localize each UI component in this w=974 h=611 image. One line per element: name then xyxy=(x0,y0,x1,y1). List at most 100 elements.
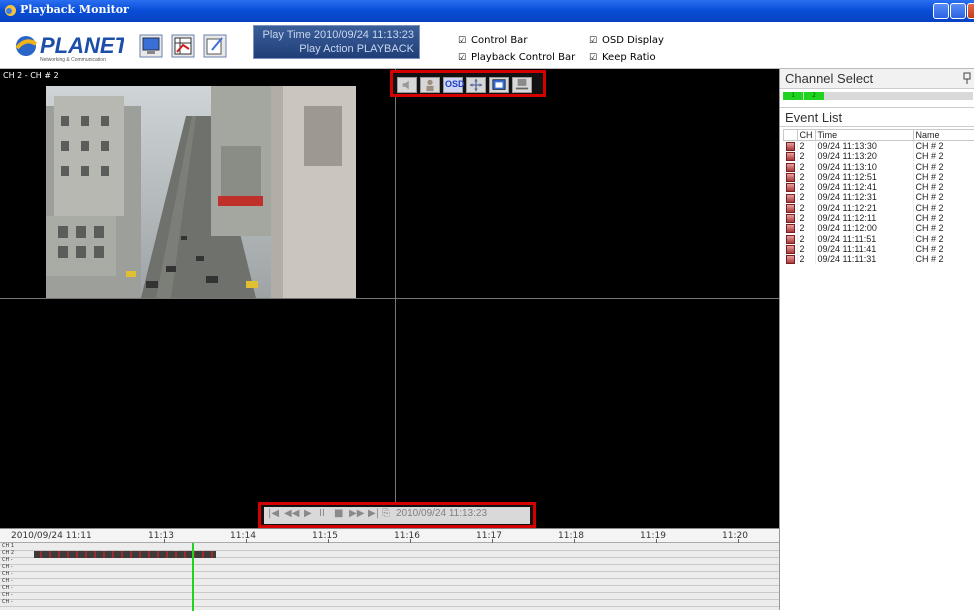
event-time: 09/24 11:12:41 xyxy=(815,182,913,192)
playback-control-bar-label: Playback Control Bar xyxy=(471,52,575,63)
event-ch: 2 xyxy=(797,254,815,264)
pause-button[interactable]: II xyxy=(319,508,325,519)
record-icon[interactable] xyxy=(512,77,532,93)
recording-tick xyxy=(130,551,132,558)
control-bar-checkbox[interactable]: ☑Control Bar xyxy=(458,35,527,46)
event-row[interactable]: 209/24 11:11:51CH # 2 xyxy=(784,234,974,244)
tick-label: 11:13 xyxy=(148,531,174,541)
event-row[interactable]: 209/24 11:11:41CH # 2 xyxy=(784,244,974,254)
event-ch: 2 xyxy=(797,244,815,254)
timeline-ruler: 2010/09/24 11:11 11:13 11:14 11:15 11:16… xyxy=(0,529,779,543)
row-label: CH - xyxy=(2,557,13,563)
checkbox-icon: ☑ xyxy=(589,37,598,46)
event-ch: 2 xyxy=(797,141,815,152)
event-row[interactable]: 209/24 11:12:51CH # 2 xyxy=(784,172,974,182)
snapshot-icon[interactable] xyxy=(489,77,509,93)
event-time: 09/24 11:11:51 xyxy=(815,234,913,244)
logo-text: PLANET xyxy=(40,33,124,58)
goto-time-icon[interactable]: ⎘ xyxy=(382,508,390,519)
event-row[interactable]: 209/24 11:13:10CH # 2 xyxy=(784,161,974,171)
minimize-button[interactable] xyxy=(933,3,949,19)
event-name: CH # 2 xyxy=(913,182,974,192)
recording-tick xyxy=(40,551,42,558)
event-icon-cell xyxy=(784,172,798,182)
event-row[interactable]: 209/24 11:12:11CH # 2 xyxy=(784,213,974,223)
play-action-row: Play Action PLAYBACK xyxy=(299,43,414,55)
skip-start-button[interactable]: |◀ xyxy=(268,508,279,519)
recording-segment[interactable] xyxy=(34,551,216,558)
checkbox-icon: ☑ xyxy=(589,54,598,63)
close-button[interactable] xyxy=(967,3,974,19)
tick-label: 11:19 xyxy=(640,531,666,541)
rewind-button[interactable]: ◀◀ xyxy=(284,508,299,519)
column-header-name[interactable]: Name xyxy=(913,130,974,141)
grid-divider-horizontal xyxy=(0,298,779,299)
event-icon-cell xyxy=(784,161,798,171)
timeline-cursor[interactable] xyxy=(192,543,194,611)
ptz-icon[interactable] xyxy=(466,77,486,93)
video-grid[interactable]: CH 2 - CH # 2 xyxy=(0,69,779,528)
tick-label: 11:15 xyxy=(312,531,338,541)
row-label: CH - xyxy=(2,599,13,605)
event-icon-cell xyxy=(784,234,798,244)
pin-icon[interactable] xyxy=(963,72,971,84)
play-button[interactable]: ▶ xyxy=(304,508,312,519)
icon-column-header xyxy=(784,130,798,141)
recording-tick xyxy=(211,551,213,558)
fast-forward-button[interactable]: ▶▶ xyxy=(349,508,364,519)
event-row[interactable]: 209/24 11:12:00CH # 2 xyxy=(784,223,974,233)
playback-control-bar-checkbox[interactable]: ☑Playback Control Bar xyxy=(458,52,575,63)
recording-tick xyxy=(166,551,168,558)
event-row[interactable]: 209/24 11:13:30CH # 2 xyxy=(784,141,974,152)
tick-mark xyxy=(574,539,575,543)
event-row[interactable]: 209/24 11:12:31CH # 2 xyxy=(784,192,974,202)
event-row[interactable]: 209/24 11:11:31CH # 2 xyxy=(784,254,974,264)
recording-tick xyxy=(76,551,78,558)
setup-icon[interactable] xyxy=(203,34,227,58)
recording-tick xyxy=(85,551,87,558)
camera-feed[interactable] xyxy=(46,86,356,298)
column-header-ch[interactable]: CH xyxy=(797,130,815,141)
speaker-icon[interactable] xyxy=(397,77,417,93)
event-row[interactable]: 209/24 11:12:21CH # 2 xyxy=(784,203,974,213)
recording-tick xyxy=(157,551,159,558)
event-name: CH # 2 xyxy=(913,213,974,223)
person-icon[interactable] xyxy=(420,77,440,93)
monitor-icon[interactable] xyxy=(139,34,163,58)
event-time: 09/24 11:11:41 xyxy=(815,244,913,254)
tick-label: 11:17 xyxy=(476,531,502,541)
stop-button[interactable]: ■ xyxy=(334,508,343,519)
keep-ratio-checkbox[interactable]: ☑ Keep Ratio xyxy=(589,52,656,63)
recording-tick xyxy=(139,551,141,558)
event-row[interactable]: 209/24 11:13:20CH # 2 xyxy=(784,151,974,161)
event-time: 09/24 11:13:20 xyxy=(815,151,913,161)
event-icon xyxy=(786,245,795,254)
skip-end-button[interactable]: ▶| xyxy=(368,508,379,519)
channel-cell[interactable]: 1 xyxy=(783,92,803,100)
row-label: CH 1 xyxy=(2,543,14,549)
event-ch: 2 xyxy=(797,182,815,192)
event-time: 09/24 11:12:21 xyxy=(815,203,913,213)
channel-cell[interactable]: 2 xyxy=(804,92,824,100)
play-time-row: Play Time 2010/09/24 11:13:23 xyxy=(263,29,414,41)
maximize-button[interactable] xyxy=(950,3,966,19)
event-search-icon[interactable] xyxy=(171,34,195,58)
keep-ratio-label: Keep Ratio xyxy=(602,52,656,63)
event-ch: 2 xyxy=(797,223,815,233)
column-header-time[interactable]: Time xyxy=(815,130,913,141)
event-name: CH # 2 xyxy=(913,141,974,152)
event-icon xyxy=(786,204,795,213)
timeline-start-label: 2010/09/24 11:11 xyxy=(11,531,92,541)
playback-control-bar: |◀ ◀◀ ▶ II ■ ▶▶ ▶| ⎘ 2010/09/24 11:13:23 xyxy=(258,502,536,528)
recording-tick xyxy=(67,551,69,558)
event-row[interactable]: 209/24 11:12:41CH # 2 xyxy=(784,182,974,192)
osd-button[interactable]: OSD xyxy=(443,77,463,93)
channel-select-title: Channel Select xyxy=(785,71,873,86)
right-panel: Channel Select 1 2 Event List CH Time Na… xyxy=(779,69,974,610)
play-action-value: PLAYBACK xyxy=(357,43,414,55)
event-ch: 2 xyxy=(797,151,815,161)
row-label: CH - xyxy=(2,585,13,591)
osd-display-checkbox[interactable]: ☑OSD Display xyxy=(589,35,664,46)
timeline[interactable]: 2010/09/24 11:11 11:13 11:14 11:15 11:16… xyxy=(0,528,779,610)
play-info-panel: Play Time 2010/09/24 11:13:23 Play Actio… xyxy=(253,25,420,59)
